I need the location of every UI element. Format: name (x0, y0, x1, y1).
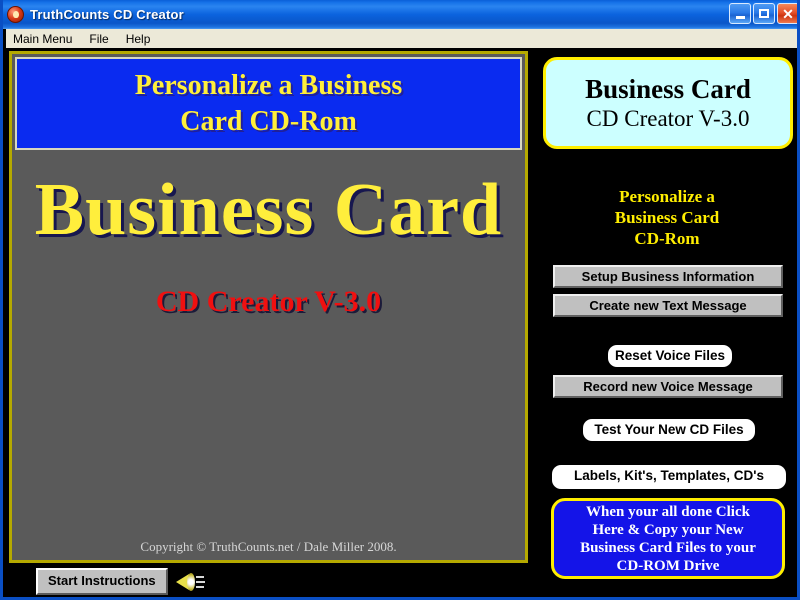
speaker-icon[interactable] (175, 571, 205, 593)
preview-header-line-1: Personalize a Business (134, 69, 403, 101)
reset-voice-files-button[interactable]: Reset Voice Files (608, 345, 732, 367)
record-new-voice-message-button[interactable]: Record new Voice Message (553, 375, 783, 398)
menu-item-main-menu[interactable]: Main Menu (13, 32, 72, 46)
copy-to-cdrom-button[interactable]: When your all done Click Here & Copy you… (551, 498, 785, 579)
labels-kits-templates-cds-button[interactable]: Labels, Kit's, Templates, CD's (552, 465, 786, 489)
product-card: Business Card CD Creator V-3.0 (543, 57, 793, 149)
minimize-icon (735, 15, 745, 19)
preview-header-line-2: Card CD-Rom (180, 105, 357, 137)
preview-header-banner: Personalize a Business Card CD-Rom (15, 57, 522, 150)
personalize-line-1: Personalize a (619, 187, 715, 206)
close-button[interactable]: ✕ (777, 3, 797, 24)
setup-business-information-button[interactable]: Setup Business Information (553, 265, 783, 288)
test-your-new-cd-files-button[interactable]: Test Your New CD Files (583, 419, 755, 441)
cd-disc-icon (7, 6, 24, 23)
copyright-text: Copyright © TruthCounts.net / Dale Mille… (140, 539, 397, 554)
product-card-subtitle: CD Creator V-3.0 (586, 106, 750, 131)
window-title: TruthCounts CD Creator (30, 7, 184, 22)
preview-big-subtitle: CD Creator V-3.0 (155, 285, 382, 318)
title-bar: TruthCounts CD Creator ✕ (3, 0, 797, 29)
right-control-panel: Business Card CD Creator V-3.0 Personali… (534, 51, 797, 597)
window-controls: ✕ (729, 3, 797, 24)
preview-big-title: Business Card (34, 169, 503, 251)
personalize-heading: Personalize a Business Card CD-Rom (534, 186, 797, 249)
left-preview-panel: Personalize a Business Card CD-Rom Busin… (9, 51, 528, 563)
menu-item-file[interactable]: File (89, 32, 108, 46)
personalize-line-3: CD-Rom (634, 229, 700, 248)
start-instructions-button[interactable]: Start Instructions (36, 568, 168, 595)
application-window: TruthCounts CD Creator ✕ Main Menu File … (0, 0, 800, 600)
finish-line-2: Here & Copy your New (592, 521, 744, 538)
maximize-button[interactable] (753, 3, 775, 24)
menu-item-help[interactable]: Help (126, 32, 151, 46)
close-icon: ✕ (782, 5, 794, 22)
create-new-text-message-button[interactable]: Create new Text Message (553, 294, 783, 317)
personalize-line-2: Business Card (614, 208, 720, 227)
finish-line-3: Business Card Files to your (580, 539, 756, 556)
start-instructions-row: Start Instructions (36, 568, 205, 595)
finish-line-1: When your all done Click (586, 503, 750, 520)
finish-line-4: CD-ROM Drive (616, 557, 720, 574)
maximize-icon (759, 9, 769, 18)
minimize-button[interactable] (729, 3, 751, 24)
menu-bar: Main Menu File Help (6, 29, 797, 48)
product-card-title: Business Card (585, 74, 751, 104)
